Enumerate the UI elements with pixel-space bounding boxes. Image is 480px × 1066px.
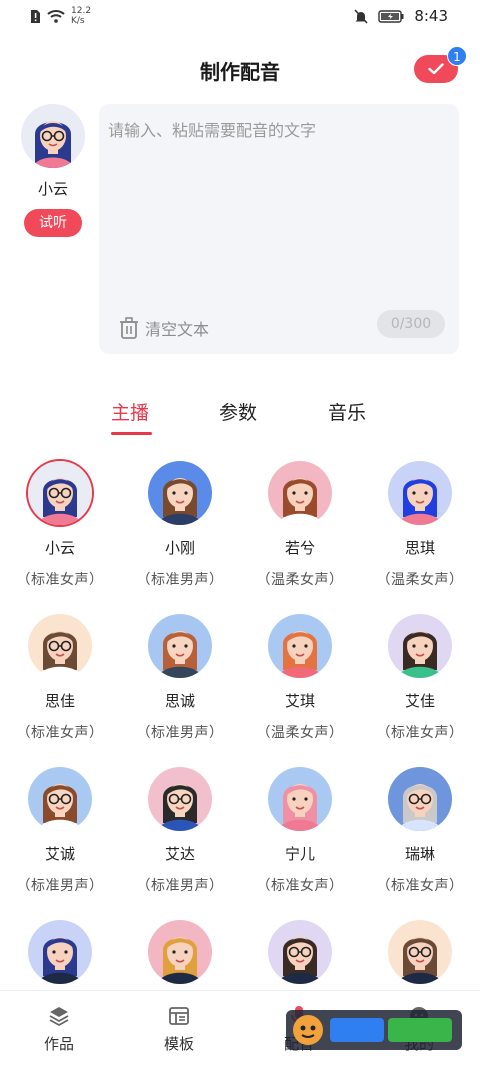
voice-name: 艾佳 bbox=[404, 692, 435, 710]
template-icon bbox=[169, 1007, 189, 1025]
voice-card[interactable]: 小云 （标准女声） bbox=[0, 461, 120, 589]
voice-name: 思诚 bbox=[164, 692, 195, 710]
voice-avatar bbox=[148, 767, 212, 831]
voice-card[interactable]: 思佳 （标准女声） bbox=[0, 614, 120, 742]
clock: 8:43 bbox=[414, 7, 448, 25]
voice-name: 艾琪 bbox=[284, 692, 315, 710]
voice-avatar bbox=[148, 614, 212, 678]
voice-description: （标准女声） bbox=[376, 878, 464, 894]
voice-name: 艾达 bbox=[164, 845, 195, 863]
voice-avatar bbox=[148, 461, 212, 525]
voice-avatar bbox=[28, 461, 92, 525]
character-counter: 0/300 bbox=[377, 310, 445, 338]
voice-avatar bbox=[28, 920, 92, 984]
wifi-icon bbox=[47, 10, 65, 23]
tab-anchor[interactable]: 主播 bbox=[111, 398, 149, 425]
bell-muted-icon bbox=[354, 8, 368, 24]
network-speed: 12.2 K/s bbox=[71, 6, 92, 26]
nav-templates[interactable]: 模板 bbox=[139, 1005, 219, 1054]
voice-description: （标准女声） bbox=[16, 725, 104, 741]
layers-icon bbox=[49, 1007, 69, 1027]
voice-card[interactable] bbox=[240, 920, 360, 984]
voice-avatar bbox=[268, 767, 332, 831]
notification-badge: 1 bbox=[447, 46, 467, 66]
voice-name: 小刚 bbox=[164, 539, 195, 557]
clear-text-button[interactable]: 清空文本 bbox=[119, 316, 209, 340]
nav-works[interactable]: 作品 bbox=[19, 1005, 99, 1054]
voice-description: （标准女声） bbox=[256, 878, 344, 894]
voice-card[interactable]: 艾琪 （温柔女声） bbox=[240, 614, 360, 742]
voice-description: （标准男声） bbox=[16, 878, 104, 894]
voice-description: （标准女声） bbox=[16, 572, 104, 588]
voice-card[interactable] bbox=[0, 920, 120, 984]
voice-avatar bbox=[388, 461, 452, 525]
voice-description: （温柔女声） bbox=[256, 572, 344, 588]
voice-card[interactable]: 思诚 （标准男声） bbox=[120, 614, 240, 742]
voice-avatar bbox=[268, 614, 332, 678]
voice-name: 小云 bbox=[44, 539, 75, 557]
check-icon bbox=[428, 63, 444, 75]
page-title: 制作配音 bbox=[200, 60, 280, 84]
voice-card[interactable]: 小刚 （标准男声） bbox=[120, 461, 240, 589]
tab-music[interactable]: 音乐 bbox=[328, 398, 366, 425]
script-text-area[interactable]: 请输入、粘贴需要配音的文字 清空文本 0/300 bbox=[99, 104, 459, 354]
active-tab-indicator bbox=[111, 432, 152, 435]
voice-card[interactable]: 若兮 （温柔女声） bbox=[240, 461, 360, 589]
voice-name: 宁儿 bbox=[284, 845, 315, 863]
app-screen: { "status_bar": { "speed_value": "12.2",… bbox=[0, 0, 480, 1066]
voice-description: （标准男声） bbox=[136, 725, 224, 741]
voice-avatar bbox=[148, 920, 212, 984]
status-bar: 12.2 K/s 8:43 bbox=[0, 0, 480, 34]
voice-card[interactable]: 艾诚 （标准男声） bbox=[0, 767, 120, 895]
voice-avatar bbox=[388, 767, 452, 831]
voice-card[interactable]: 瑞琳 （标准女声） bbox=[360, 767, 480, 895]
voice-card[interactable]: 艾达 （标准男声） bbox=[120, 767, 240, 895]
sim-alert-icon bbox=[31, 9, 40, 23]
site-watermark-logo bbox=[286, 1010, 462, 1050]
voice-avatar bbox=[28, 614, 92, 678]
voice-description: （标准男声） bbox=[136, 572, 224, 588]
current-voice-name: 小云 bbox=[37, 180, 68, 198]
text-placeholder: 请输入、粘贴需要配音的文字 bbox=[108, 121, 317, 140]
voice-name: 思琪 bbox=[404, 539, 435, 557]
voice-name: 思佳 bbox=[44, 692, 75, 710]
trash-icon bbox=[120, 317, 138, 339]
current-voice-avatar[interactable] bbox=[21, 104, 85, 168]
voice-name: 若兮 bbox=[284, 539, 315, 557]
voice-avatar bbox=[268, 920, 332, 984]
voice-avatar bbox=[388, 614, 452, 678]
voice-description: （标准男声） bbox=[136, 878, 224, 894]
voice-card[interactable] bbox=[120, 920, 240, 984]
voice-description: （温柔女声） bbox=[256, 725, 344, 741]
preview-listen-button[interactable]: 试听 bbox=[24, 209, 82, 237]
voice-name: 艾诚 bbox=[44, 845, 75, 863]
voice-description: （温柔女声） bbox=[376, 572, 464, 588]
voice-name: 瑞琳 bbox=[404, 845, 435, 863]
voice-card[interactable]: 思琪 （温柔女声） bbox=[360, 461, 480, 589]
voice-avatar bbox=[268, 461, 332, 525]
clear-text-label: 清空文本 bbox=[145, 320, 210, 339]
voice-card[interactable]: 艾佳 （标准女声） bbox=[360, 614, 480, 742]
battery-icon bbox=[378, 9, 404, 23]
voice-avatar bbox=[388, 920, 452, 984]
voice-card[interactable] bbox=[360, 920, 480, 984]
voice-avatar bbox=[28, 767, 92, 831]
voice-card[interactable]: 宁儿 （标准女声） bbox=[240, 767, 360, 895]
tab-parameters[interactable]: 参数 bbox=[219, 398, 257, 425]
voice-description: （标准女声） bbox=[376, 725, 464, 741]
